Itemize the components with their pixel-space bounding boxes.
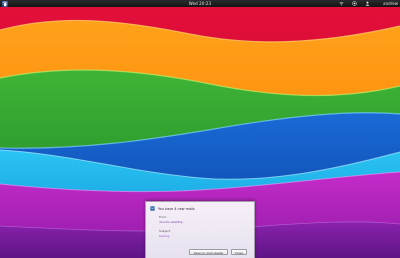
subject-label: Subject xyxy=(159,229,171,233)
desktop-screen: Wed 20:23 andrew You have 4 new mails Fr… xyxy=(0,0,400,258)
from-value: ubuntu-desktop xyxy=(159,219,183,224)
new-mail-notification: You have 4 new mails From ubuntu-desktop… xyxy=(145,201,255,258)
mail-icon xyxy=(150,206,155,211)
volume-icon[interactable] xyxy=(352,1,357,6)
user-status-icon[interactable] xyxy=(365,1,370,6)
notification-title: You have 4 new mails xyxy=(158,206,195,211)
top-panel: Wed 20:23 andrew xyxy=(0,0,400,7)
close-button[interactable]: Close xyxy=(231,249,247,255)
wifi-icon[interactable] xyxy=(339,1,344,6)
from-label: From xyxy=(159,215,167,219)
open-in-mail-reader-button[interactable]: Open in mail reader xyxy=(189,249,228,255)
user-menu[interactable]: andrew xyxy=(383,0,398,7)
subject-value: testing xyxy=(159,233,170,238)
